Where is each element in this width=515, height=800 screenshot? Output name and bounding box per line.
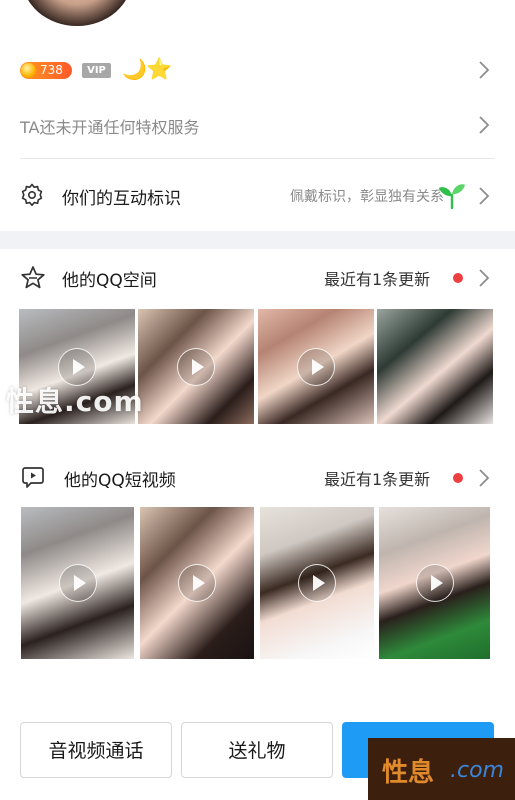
section-gap — [0, 231, 515, 249]
video-thumb-1[interactable] — [21, 507, 134, 659]
sprout-icon — [437, 181, 467, 213]
video-thumb-4[interactable] — [379, 507, 490, 659]
divider — [20, 158, 495, 159]
short-video-icon — [21, 465, 45, 493]
avatar[interactable] — [22, 0, 132, 26]
play-icon — [297, 347, 335, 386]
interaction-mark-hint: 佩戴标识，彰显独有关系 — [290, 189, 444, 205]
watermark-corner-text: 性息 — [382, 758, 435, 788]
interaction-mark-title[interactable]: 你们的互动标识 — [62, 184, 181, 209]
play-icon — [58, 564, 97, 602]
short-video-new-dot — [453, 473, 463, 483]
short-video-chevron-icon[interactable] — [478, 468, 490, 488]
level-number: 738 — [40, 63, 63, 77]
star-level-icon: ⭐ — [146, 57, 173, 81]
interaction-chevron-icon[interactable] — [478, 186, 490, 206]
short-video-title[interactable]: 他的QQ短视频 — [64, 466, 176, 491]
play-icon — [177, 347, 215, 386]
watermark-corner-domain: .com — [450, 758, 504, 783]
gear-badge-icon — [20, 183, 44, 211]
badges-chevron-icon[interactable] — [478, 60, 490, 80]
vip-badge: VIP — [82, 63, 111, 78]
qzone-thumb-4[interactable] — [377, 309, 493, 424]
qzone-update-text: 最近有1条更新 — [324, 270, 431, 289]
av-call-button[interactable]: 音视频通话 — [20, 722, 172, 778]
qzone-thumb-3[interactable] — [258, 309, 374, 424]
sun-level-icon — [21, 63, 36, 78]
qzone-title[interactable]: 他的QQ空间 — [62, 266, 157, 291]
privilege-text[interactable]: TA还未开通任何特权服务 — [20, 114, 199, 138]
short-video-update-text: 最近有1条更新 — [324, 470, 431, 489]
watermark-overlay: 性息.com — [6, 385, 144, 418]
video-thumb-3[interactable] — [260, 507, 374, 659]
watermark-corner: 性息 .com — [368, 738, 515, 800]
moon-level-icon: 🌙 — [122, 57, 147, 81]
qzone-new-dot — [453, 273, 463, 283]
video-thumb-2[interactable] — [140, 507, 254, 659]
level-badge: 738 — [20, 62, 72, 79]
send-gift-button[interactable]: 送礼物 — [181, 722, 333, 778]
qzone-star-icon — [20, 265, 46, 295]
privilege-chevron-icon[interactable] — [478, 115, 490, 135]
qzone-chevron-icon[interactable] — [478, 268, 490, 288]
play-icon — [415, 564, 454, 602]
qzone-thumb-2[interactable] — [138, 309, 254, 424]
play-icon — [178, 564, 216, 602]
play-icon — [298, 564, 336, 602]
